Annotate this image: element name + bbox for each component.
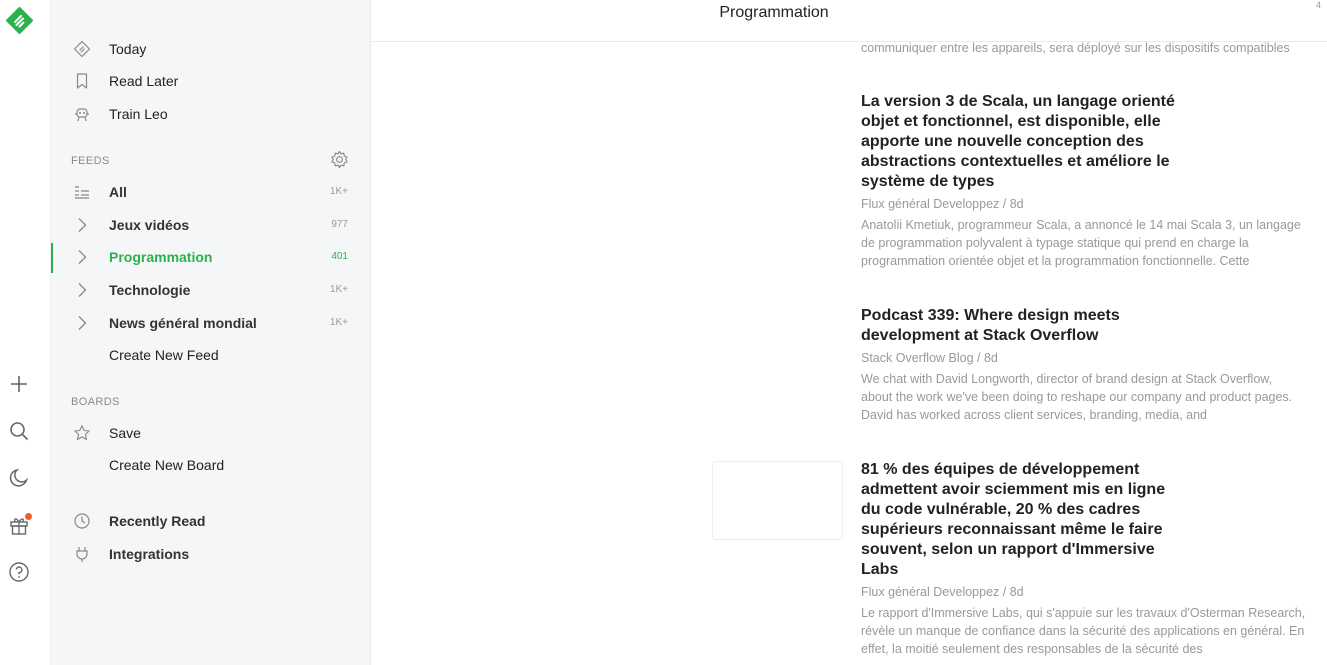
moon-icon[interactable] — [8, 467, 30, 489]
active-indicator — [51, 243, 53, 273]
nav-recently-read-label: Recently Read — [109, 513, 206, 529]
feed-news-general-mondial[interactable]: News général mondial 1K+ — [51, 308, 370, 338]
top-bar: Programmation 4 — [371, 0, 1327, 42]
gear-icon[interactable] — [330, 150, 349, 169]
article-thumbnail[interactable] — [712, 461, 843, 540]
plus-icon[interactable] — [8, 373, 30, 395]
corner-mark: 4 — [1315, 0, 1321, 10]
chevron-right-icon[interactable] — [73, 281, 91, 299]
feed-all-count: 1K+ — [329, 186, 348, 197]
sidebar: Today Read Later Train Leo FEEDS All 1K+… — [51, 0, 371, 665]
article-summary: We chat with David Longworth, director o… — [861, 372, 1293, 422]
feeds-section-title: FEEDS — [71, 155, 110, 167]
feed-all-label: All — [109, 184, 127, 200]
create-new-feed-link[interactable]: Create New Feed — [51, 340, 370, 370]
article-item[interactable]: La version 3 de Scala, un langage orient… — [861, 92, 1311, 270]
nav-recently-read[interactable]: Recently Read — [51, 506, 370, 536]
feed-jeux-videos-count: 977 — [331, 219, 348, 230]
article-source: Stack Overflow Blog / 8d — [861, 351, 998, 365]
star-icon — [74, 425, 90, 441]
main-content: Programmation 4 communiquer entre les ap… — [371, 0, 1327, 665]
nav-train-leo[interactable]: Train Leo — [51, 99, 370, 129]
nav-integrations-label: Integrations — [109, 546, 190, 562]
plug-icon — [76, 547, 88, 562]
article-item[interactable]: Podcast 339: Where design meets developm… — [861, 306, 1311, 424]
board-save[interactable]: Save — [51, 418, 370, 448]
clock-icon — [74, 513, 90, 529]
chevron-right-icon[interactable] — [73, 248, 91, 266]
chevron-right-icon[interactable] — [73, 314, 91, 332]
article-title[interactable]: 81 % des équipes de développement admett… — [861, 460, 1176, 580]
article-item[interactable]: 81 % des équipes de développement admett… — [861, 460, 1311, 658]
chevron-right-icon[interactable] — [73, 216, 91, 234]
nav-read-later[interactable]: Read Later — [51, 66, 370, 96]
board-save-label: Save — [109, 425, 141, 441]
feed-programmation-label: Programmation — [109, 249, 213, 265]
feed-news-general-mondial-count: 1K+ — [329, 317, 348, 328]
create-new-feed-label: Create New Feed — [109, 347, 219, 363]
feed-news-general-mondial-label: News général mondial — [109, 315, 257, 331]
nav-today[interactable]: Today — [51, 34, 370, 64]
help-icon[interactable] — [8, 561, 30, 583]
nav-train-leo-label: Train Leo — [109, 106, 168, 122]
feed-technologie-label: Technologie — [109, 282, 191, 298]
boards-section-title: BOARDS — [71, 396, 120, 408]
article-source: Flux général Developpez / 8d — [861, 585, 1024, 599]
article-source: Flux général Developpez / 8d — [861, 197, 1024, 211]
icon-rail — [0, 0, 51, 665]
page-title: Programmation — [719, 4, 829, 21]
feed-technologie[interactable]: Technologie 1K+ — [51, 275, 370, 305]
nav-integrations[interactable]: Integrations — [51, 539, 370, 569]
today-icon — [73, 40, 91, 58]
bookmark-icon — [76, 73, 88, 89]
nav-read-later-label: Read Later — [109, 73, 179, 89]
search-icon[interactable] — [8, 420, 30, 442]
feed-technologie-count: 1K+ — [329, 284, 348, 295]
previous-article-summary-fragment: communiquer entre les appareils, sera dé… — [861, 41, 1290, 55]
article-summary: Anatolii Kmetiuk, programmeur Scala, a a… — [861, 218, 1301, 268]
feedly-logo-icon[interactable] — [6, 7, 33, 34]
feed-jeux-videos[interactable]: Jeux vidéos 977 — [51, 210, 370, 240]
article-title[interactable]: La version 3 de Scala, un langage orient… — [861, 92, 1176, 192]
notification-dot — [24, 512, 33, 521]
list-icon — [75, 186, 89, 199]
article-summary: Le rapport d'Immersive Labs, qui s'appui… — [861, 606, 1306, 656]
create-new-board-link[interactable]: Create New Board — [51, 450, 370, 480]
feed-all[interactable]: All 1K+ — [51, 177, 370, 207]
create-new-board-label: Create New Board — [109, 457, 225, 473]
article-title[interactable]: Podcast 339: Where design meets developm… — [861, 306, 1176, 346]
nav-today-label: Today — [109, 41, 147, 57]
feed-programmation-count: 401 — [331, 251, 348, 262]
feed-programmation[interactable]: Programmation 401 — [51, 242, 370, 273]
leo-icon — [75, 108, 89, 122]
feed-jeux-videos-label: Jeux vidéos — [109, 217, 190, 233]
